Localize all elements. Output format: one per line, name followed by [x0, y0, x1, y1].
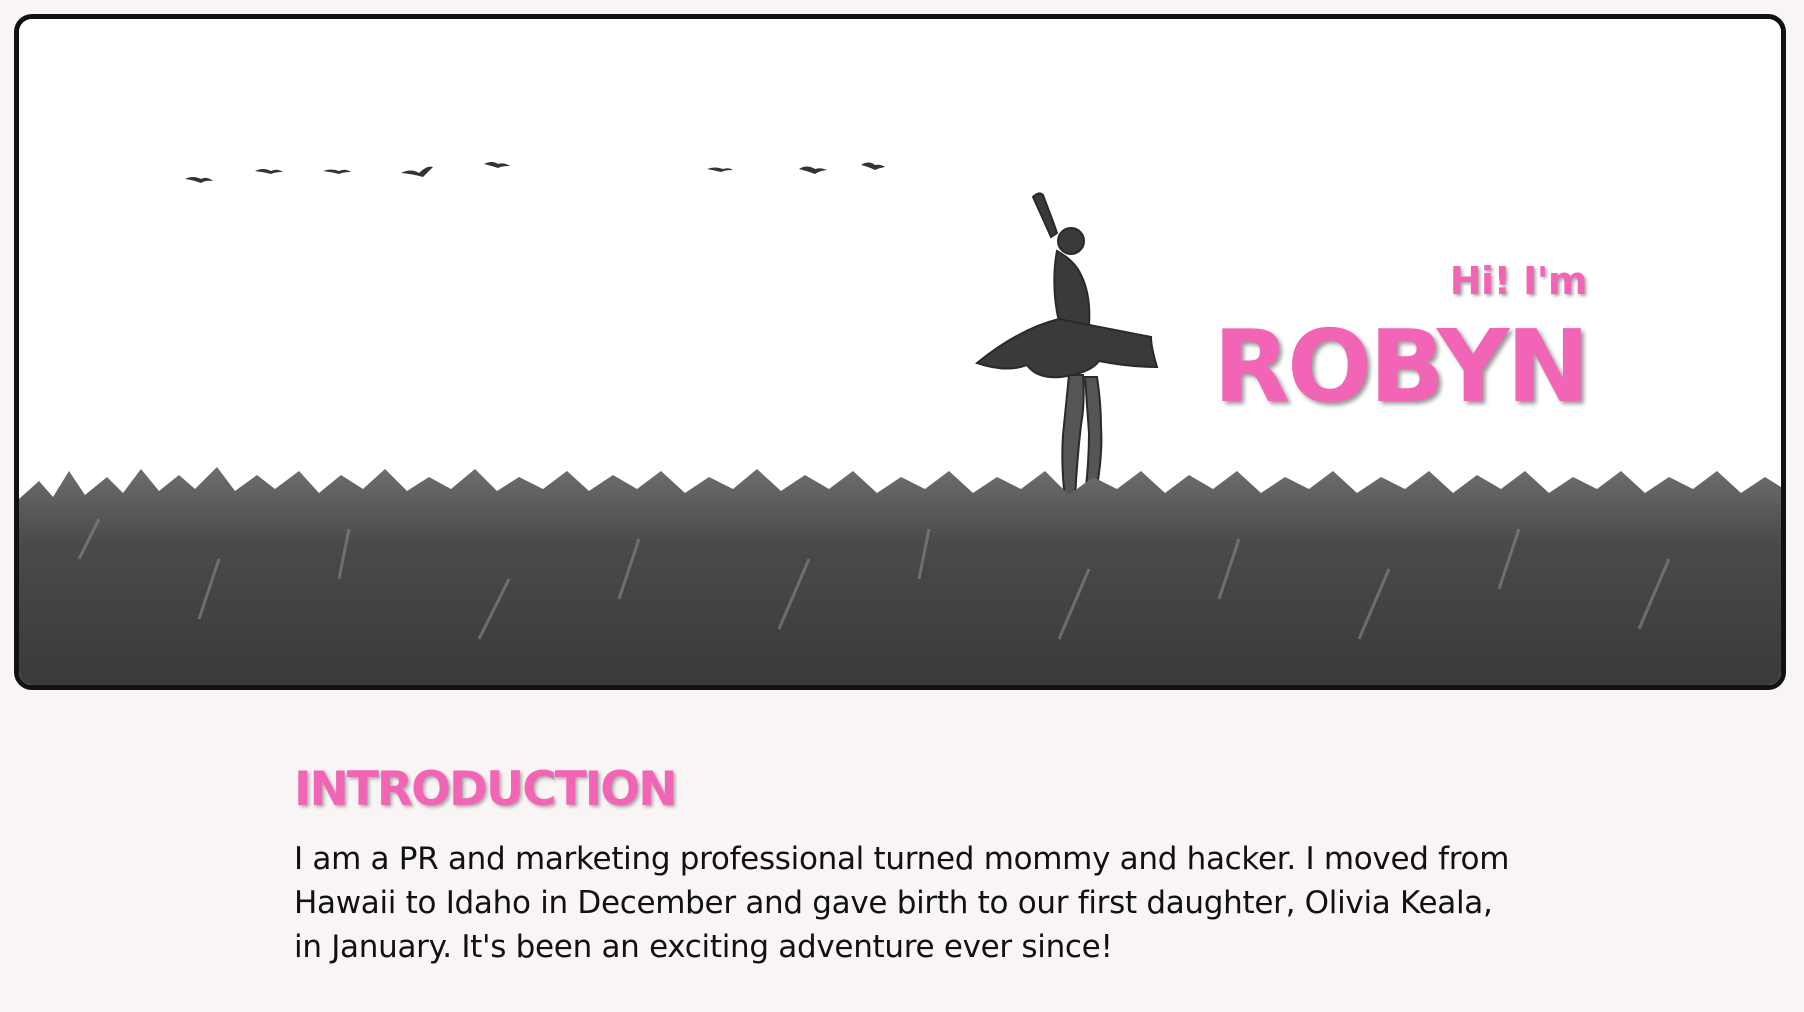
hero-name: ROBYN [1213, 308, 1590, 425]
intro-paragraph: I am a PR and marketing professional tur… [294, 841, 1510, 965]
introduction-section: INTRODUCTION I am a PR and marketing pro… [294, 762, 1524, 969]
grass-field [19, 467, 1781, 685]
hero-banner: Hi! I'm ROBYN [14, 14, 1786, 690]
section-title: INTRODUCTION [294, 762, 678, 817]
hero-greeting: Hi! I'm [1449, 259, 1588, 303]
